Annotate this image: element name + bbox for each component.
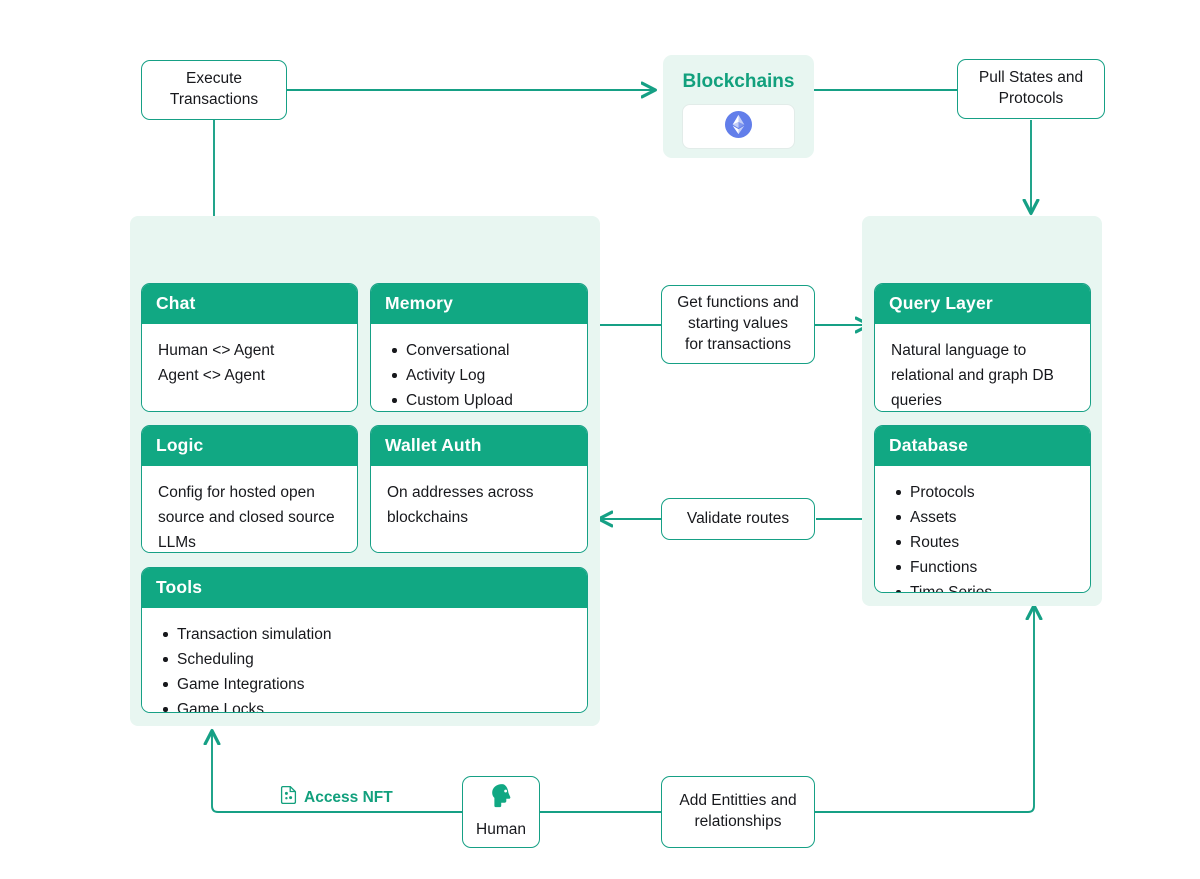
card-chat[interactable]: Chat Human <> Agent Agent <> Agent — [141, 283, 358, 412]
card-database-body: Protocols Assets Routes Functions Time S… — [875, 466, 1090, 592]
card-wallet-auth-line-0: On addresses across blockchains — [387, 484, 534, 527]
human-node[interactable]: Human — [462, 776, 540, 848]
card-chat-body: Human <> Agent Agent <> Agent — [142, 324, 357, 411]
head-profile-icon — [488, 783, 515, 815]
card-logic[interactable]: Logic Config for hosted open source and … — [141, 425, 358, 553]
card-memory-item-2: Custom Upload — [387, 388, 571, 411]
card-tools-item-1: Scheduling — [158, 647, 571, 672]
card-logic-title: Logic — [142, 426, 357, 466]
card-chat-title: Chat — [142, 284, 357, 324]
pull-states-label: Pull States and Protocols — [978, 69, 1084, 107]
card-tools-body: Transaction simulation Scheduling Game I… — [142, 608, 587, 712]
ethereum-logo-icon — [725, 110, 752, 143]
card-logic-line-0: Config for hosted open source and closed… — [158, 484, 335, 552]
card-query-layer-title: Query Layer — [875, 284, 1090, 324]
get-functions-node[interactable]: Get functions and starting values for tr… — [661, 285, 815, 364]
execute-transactions-node[interactable]: Execute Transactions — [141, 60, 287, 120]
card-chat-line-1: Agent <> Agent — [158, 367, 265, 385]
access-nft-text: Access NFT — [304, 788, 393, 806]
validate-routes-label: Validate routes — [686, 509, 790, 527]
card-database-title: Database — [875, 426, 1090, 466]
card-database-item-3: Functions — [891, 555, 1074, 580]
card-tools[interactable]: Tools Transaction simulation Scheduling … — [141, 567, 588, 713]
card-memory-item-1: Activity Log — [387, 363, 571, 388]
card-wallet-auth-body: On addresses across blockchains — [371, 466, 587, 552]
card-query-layer-line-0: Natural language to relational and graph… — [891, 342, 1054, 410]
card-memory-body: Conversational Activity Log Custom Uploa… — [371, 324, 587, 411]
card-chat-line-0: Human <> Agent — [158, 342, 275, 359]
validate-routes-node[interactable]: Validate routes — [661, 498, 815, 540]
blockchains-title: Blockchains — [682, 71, 795, 92]
card-query-layer[interactable]: Query Layer Natural language to relation… — [874, 283, 1091, 412]
card-database-item-1: Assets — [891, 505, 1074, 530]
card-logic-body: Config for hosted open source and closed… — [142, 466, 357, 552]
ethereum-chain-chip[interactable] — [682, 104, 795, 149]
card-tools-item-0: Transaction simulation — [158, 622, 571, 647]
card-wallet-auth[interactable]: Wallet Auth On addresses across blockcha… — [370, 425, 588, 553]
blockchains-group: Blockchains — [663, 55, 814, 158]
execute-transactions-label: Execute Transactions — [169, 70, 259, 108]
card-query-layer-body: Natural language to relational and graph… — [875, 324, 1090, 411]
nft-document-icon — [280, 785, 297, 809]
add-entities-node[interactable]: Add Entitties and relationships — [661, 776, 815, 848]
card-tools-item-2: Game Integrations — [158, 672, 571, 697]
access-nft-label[interactable]: Access NFT — [274, 785, 399, 809]
card-tools-title: Tools — [142, 568, 587, 608]
card-database[interactable]: Database Protocols Assets Routes Functio… — [874, 425, 1091, 593]
pull-states-node[interactable]: Pull States and Protocols — [957, 59, 1105, 119]
human-label: Human — [476, 821, 526, 838]
card-memory-item-0: Conversational — [387, 338, 571, 363]
card-tools-item-3: Game Locks — [158, 697, 571, 712]
card-database-item-0: Protocols — [891, 480, 1074, 505]
card-database-item-4: Time Series — [891, 580, 1074, 592]
card-database-item-2: Routes — [891, 530, 1074, 555]
diagram-canvas: Execute Transactions Blockchains Pull St… — [0, 0, 1200, 879]
card-memory[interactable]: Memory Conversational Activity Log Custo… — [370, 283, 588, 412]
card-memory-title: Memory — [371, 284, 587, 324]
card-wallet-auth-title: Wallet Auth — [371, 426, 587, 466]
add-entities-label: Add Entitties and relationships — [679, 792, 797, 830]
get-functions-label: Get functions and starting values for tr… — [677, 294, 799, 353]
